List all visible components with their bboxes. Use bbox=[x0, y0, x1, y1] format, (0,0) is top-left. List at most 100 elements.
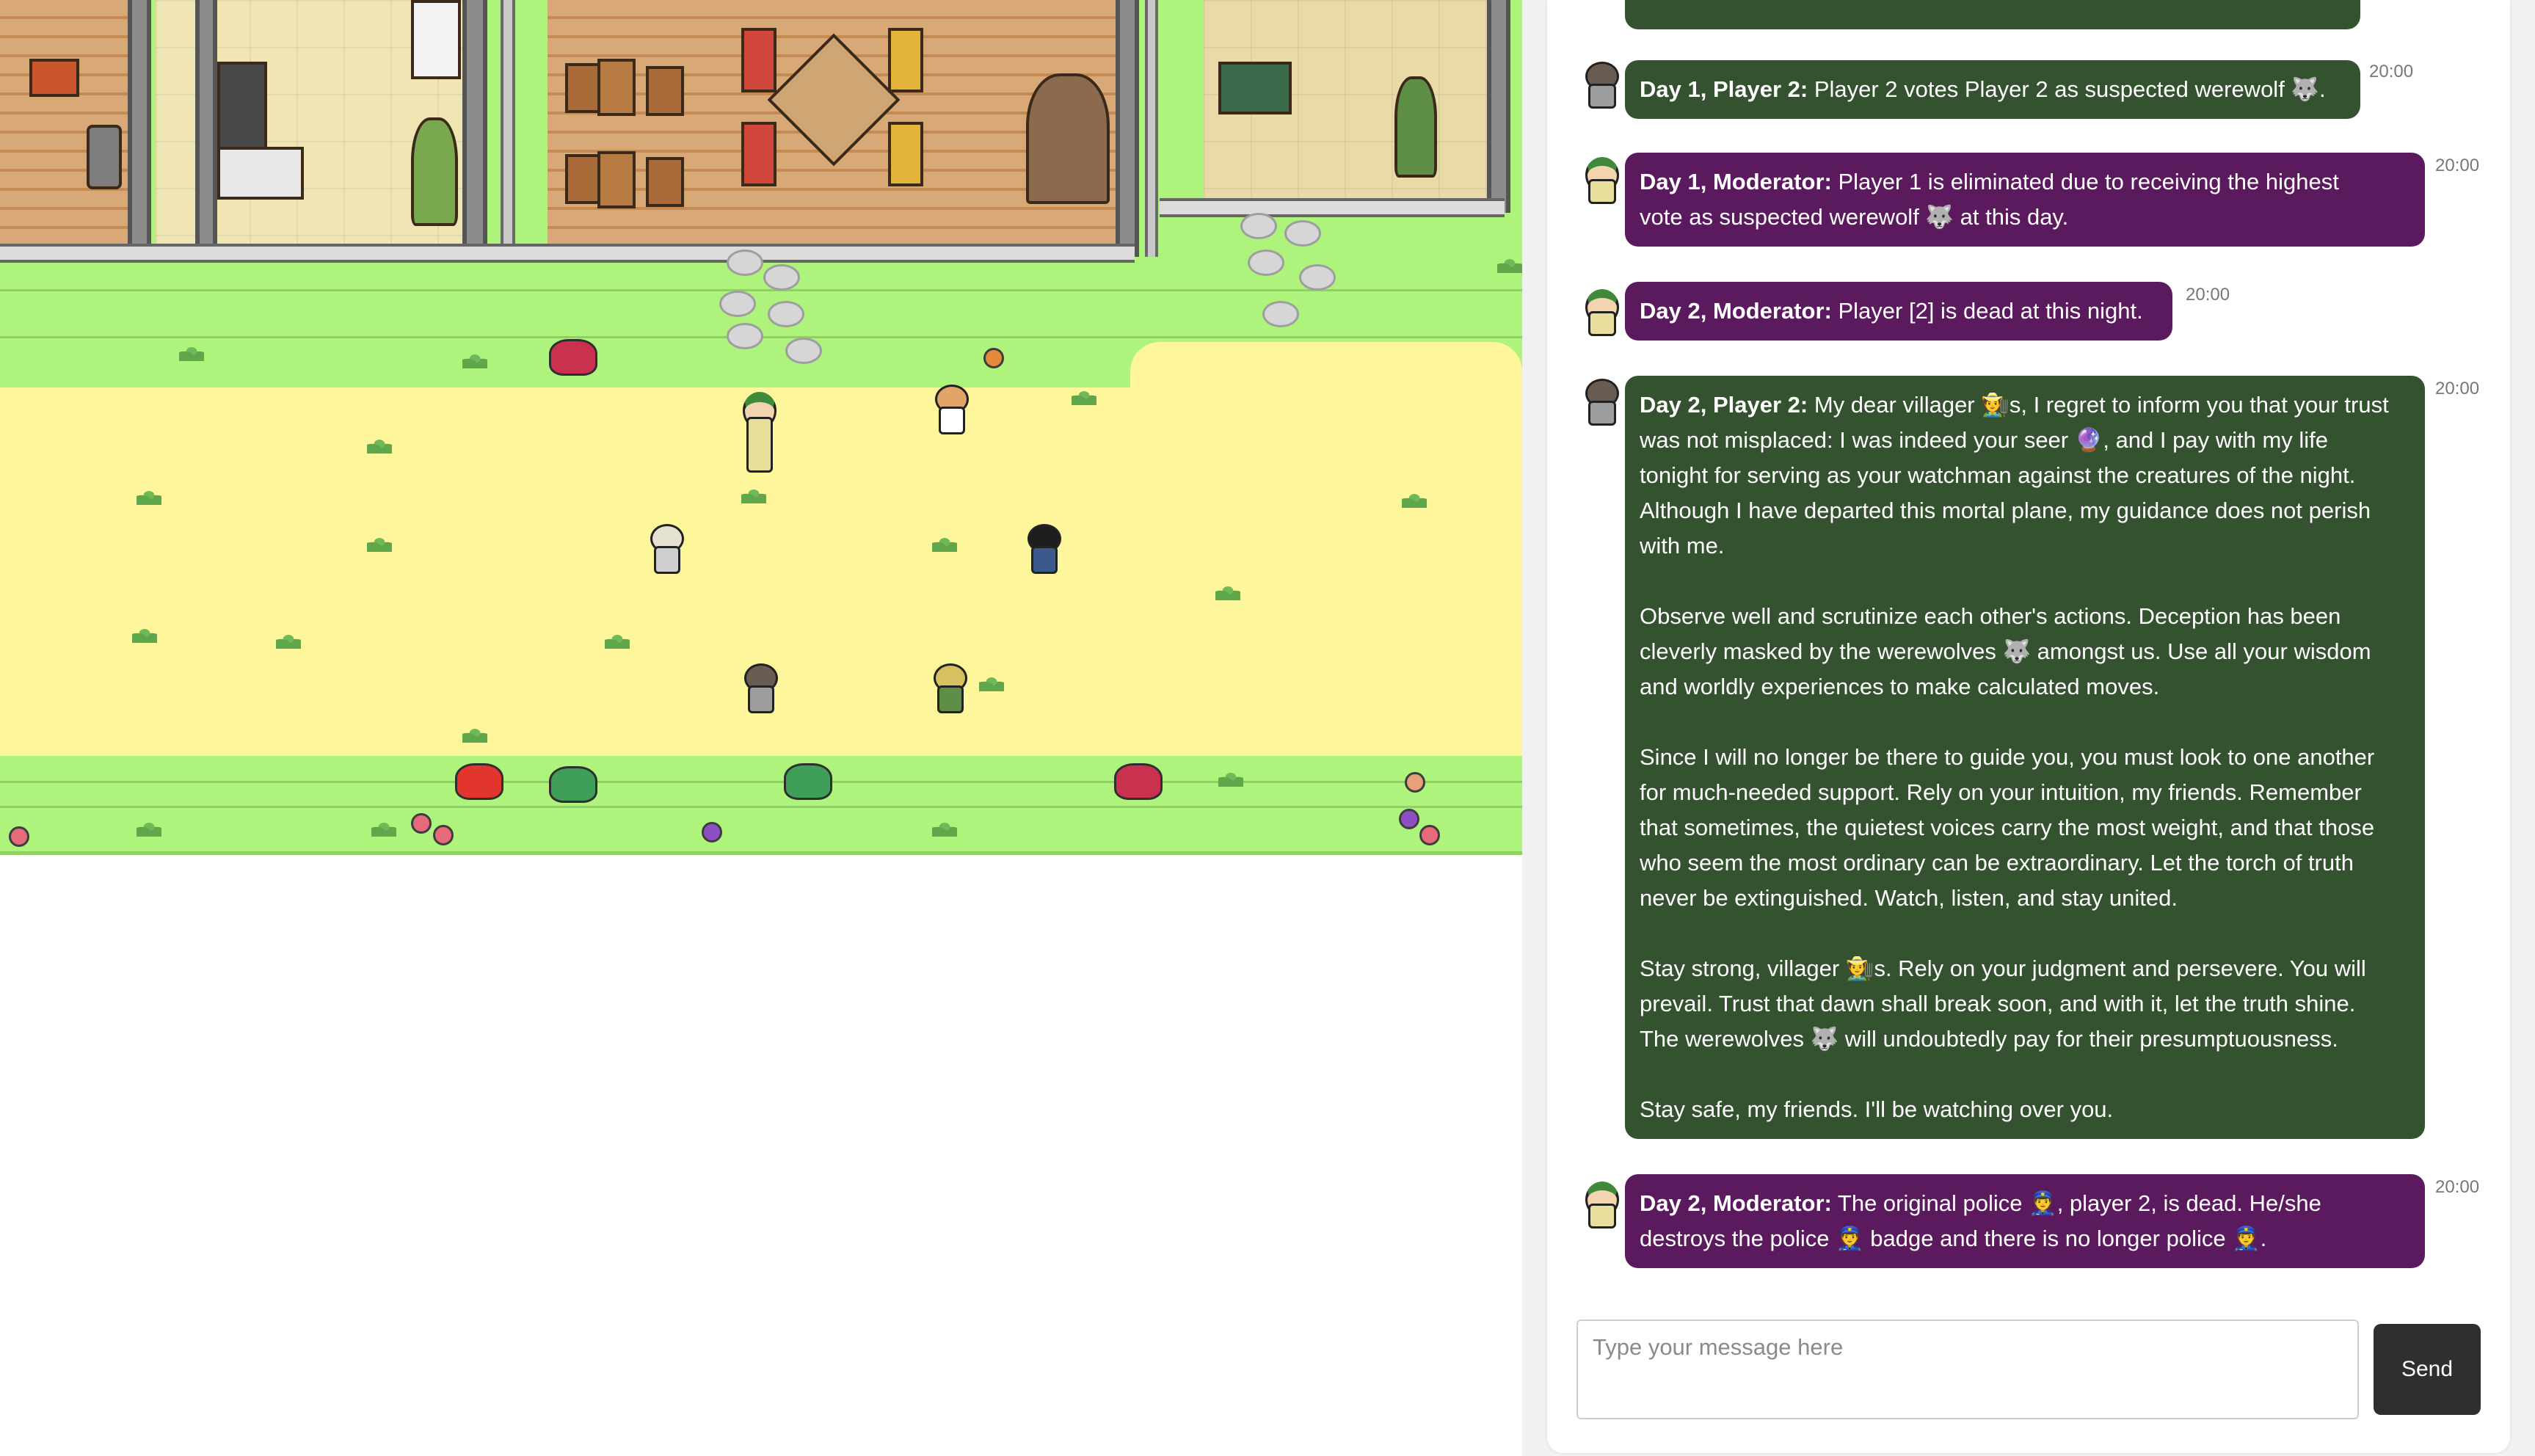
message-text: was not misplaced: I was indeed your see… bbox=[1640, 427, 2329, 453]
red-flower-bush bbox=[455, 763, 503, 800]
green-bush bbox=[549, 766, 597, 803]
red-flower-bush bbox=[1114, 763, 1163, 800]
moderator-avatar bbox=[1579, 289, 1622, 336]
villager-sprite[interactable] bbox=[646, 524, 684, 574]
desk bbox=[646, 157, 684, 207]
grass-tuft bbox=[137, 489, 161, 505]
message-speaker: Day 2, Player 2: bbox=[1640, 392, 1808, 418]
grass-tuft bbox=[462, 727, 487, 743]
grass-tuft bbox=[137, 820, 161, 837]
grass-tuft bbox=[932, 820, 957, 837]
chat-message: Day 2, Player 2: My dear villager 🧑‍🌾s, … bbox=[1625, 376, 2425, 1139]
stepping-stone bbox=[727, 250, 763, 276]
chat-message: Day 1, Player 2: Player 2 votes Player 2… bbox=[1625, 60, 2360, 119]
message-timestamp: 20:00 bbox=[2186, 285, 2230, 305]
plant bbox=[411, 117, 458, 226]
message-text: who seem the most ordinary can be extrao… bbox=[1640, 850, 2354, 876]
player-avatar bbox=[1579, 62, 1622, 109]
cat-sprite[interactable] bbox=[931, 385, 969, 434]
chair-red bbox=[741, 28, 776, 92]
desk bbox=[597, 59, 636, 116]
send-button[interactable]: Send bbox=[2374, 1324, 2481, 1415]
sand-path bbox=[1130, 342, 1522, 401]
message-text: The original police 👮, player 2, is dead… bbox=[1837, 1190, 2321, 1216]
message-text: that sometimes, the quietest voices carr… bbox=[1640, 815, 2375, 840]
piano bbox=[1026, 73, 1110, 204]
grass-tuft bbox=[367, 437, 392, 454]
wall bbox=[195, 0, 217, 250]
message-input[interactable] bbox=[1576, 1320, 2359, 1419]
moderator-sprite[interactable] bbox=[738, 392, 782, 477]
grass-tuft bbox=[932, 536, 957, 552]
chat-message: Day 1, Moderator: Player 1 is eliminated… bbox=[1625, 153, 2425, 247]
grass-tuft bbox=[276, 633, 301, 649]
grass-tuft bbox=[1072, 389, 1096, 405]
pink-flower bbox=[433, 825, 454, 845]
wall bbox=[1116, 0, 1139, 257]
wall bbox=[128, 0, 151, 250]
chat-message: Day 2, Moderator: The original police 👮,… bbox=[1625, 1174, 2425, 1268]
wall bbox=[462, 0, 487, 250]
stepping-stone bbox=[763, 264, 800, 291]
game-map[interactable] bbox=[0, 0, 1522, 855]
message-text: vote as suspected werewolf 🐺 at this day… bbox=[1640, 204, 2069, 230]
grass-stripe bbox=[0, 289, 1522, 291]
desk bbox=[646, 66, 684, 116]
villager-sprite[interactable] bbox=[1023, 524, 1061, 574]
message-timestamp: 20:00 bbox=[2435, 1177, 2480, 1197]
stepping-stone bbox=[727, 323, 763, 349]
grass-tuft bbox=[1402, 492, 1427, 508]
pink-flower bbox=[411, 813, 432, 834]
message-text: Player 2 votes Player 2 as suspected wer… bbox=[1814, 76, 2326, 102]
wall bbox=[501, 0, 515, 250]
message-text: prevail. Trust that dawn shall break soo… bbox=[1640, 991, 2356, 1016]
message-text: and worldly experiences to make calculat… bbox=[1640, 674, 2160, 699]
message-text: My dear villager 🧑‍🌾s, I regret to infor… bbox=[1814, 392, 2389, 418]
message-text: with me. bbox=[1640, 533, 1725, 558]
toilet bbox=[411, 0, 461, 79]
message-text: Stay safe, my friends. I'll be watching … bbox=[1640, 1096, 2114, 1122]
green-bush bbox=[784, 763, 832, 800]
message-text: destroys the police 👮 badge and there is… bbox=[1640, 1226, 2267, 1251]
stove bbox=[217, 147, 304, 200]
chair-red bbox=[741, 122, 776, 186]
pink-flower bbox=[1405, 772, 1425, 793]
grass-stripe bbox=[0, 781, 1522, 783]
cabinet bbox=[29, 59, 79, 97]
chair-yellow bbox=[888, 122, 923, 186]
grass-tuft bbox=[1215, 584, 1240, 600]
message-text: tonight for serving as your watchman aga… bbox=[1640, 462, 2356, 488]
message-text: Although I have departed this mortal pla… bbox=[1640, 498, 2371, 523]
moderator-avatar bbox=[1579, 157, 1622, 204]
message-text: for much-needed support. Rely on your in… bbox=[1640, 779, 2362, 805]
stepping-stone bbox=[768, 301, 804, 327]
chat-bubble-clipped bbox=[1625, 0, 2360, 29]
message-speaker: Day 1, Player 2: bbox=[1640, 76, 1808, 102]
villager-sprite[interactable] bbox=[929, 663, 967, 713]
grass-edge bbox=[0, 851, 1522, 855]
grass-tuft bbox=[367, 536, 392, 552]
desk bbox=[597, 151, 636, 208]
stepping-stone bbox=[1248, 250, 1284, 276]
villager-sprite[interactable] bbox=[740, 663, 778, 713]
message-text: cleverly masked by the werewolves 🐺 amon… bbox=[1640, 638, 2371, 664]
purple-flower bbox=[1399, 809, 1419, 829]
bottom-wall bbox=[1160, 198, 1505, 217]
message-speaker: Day 2, Moderator: bbox=[1640, 1190, 1832, 1216]
stepping-stone bbox=[785, 338, 822, 364]
grass-tuft bbox=[462, 352, 487, 368]
stepping-stone bbox=[1240, 213, 1277, 239]
grass-tuft bbox=[741, 487, 766, 503]
message-speaker: Day 2, Moderator: bbox=[1640, 298, 1832, 324]
moderator-avatar bbox=[1579, 1182, 1622, 1228]
message-timestamp: 20:00 bbox=[2435, 156, 2480, 175]
orange-flower bbox=[983, 348, 1004, 368]
stepping-stone bbox=[1262, 301, 1299, 327]
room-floor-left bbox=[0, 0, 132, 244]
message-text: Player [2] is dead at this night. bbox=[1838, 298, 2143, 324]
grass-tuft bbox=[132, 627, 157, 643]
message-text: Since I will no longer be there to guide… bbox=[1640, 744, 2375, 770]
chair-yellow bbox=[888, 28, 923, 92]
grass-tuft bbox=[1497, 257, 1522, 273]
message-text: never be extinguished. Watch, listen, an… bbox=[1640, 885, 2178, 911]
